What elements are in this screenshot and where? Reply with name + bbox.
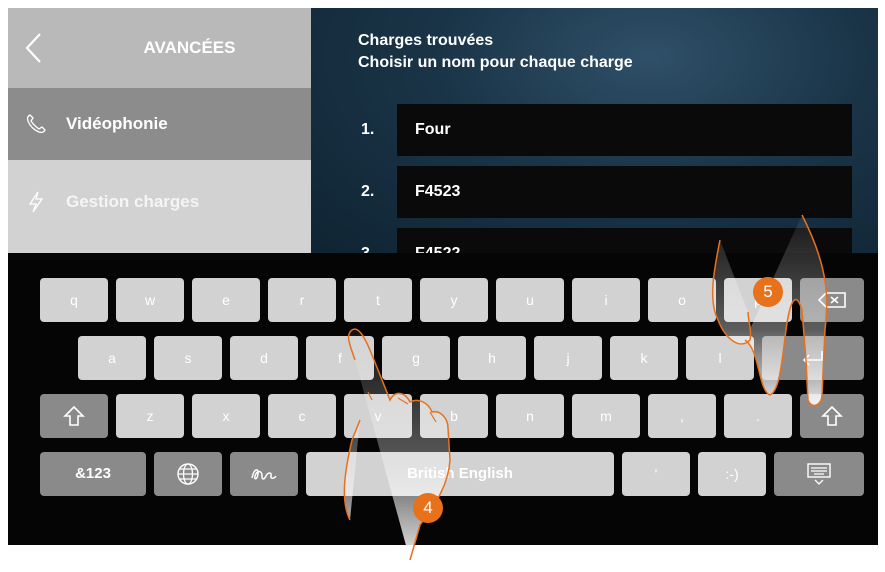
on-screen-keyboard: q w e r t y u i o p a s d f g h j k l z …	[8, 253, 878, 545]
shift-icon	[821, 405, 843, 426]
sidebar-item-videophonie[interactable]: Vidéophonie	[8, 88, 311, 160]
load-name-field[interactable]: F4523	[397, 166, 852, 218]
handwriting-key[interactable]	[230, 452, 298, 496]
key-a[interactable]: a	[78, 336, 146, 380]
key-comma[interactable]: ,	[648, 394, 716, 438]
enter-icon	[802, 351, 823, 366]
lightning-icon	[24, 190, 48, 214]
key-u[interactable]: u	[496, 278, 564, 322]
load-name-field[interactable]: Four	[397, 104, 852, 156]
main-panel: Charges trouvées Choisir un nom pour cha…	[311, 8, 878, 280]
key-period[interactable]: .	[724, 394, 792, 438]
backspace-icon	[817, 292, 846, 308]
load-row: 2. F4523	[311, 166, 878, 218]
key-s[interactable]: s	[154, 336, 222, 380]
key-v[interactable]: v	[344, 394, 412, 438]
back-arrow-icon[interactable]	[20, 30, 50, 66]
title-line-1: Charges trouvées	[358, 32, 494, 49]
key-m[interactable]: m	[572, 394, 640, 438]
row-number: 1.	[361, 121, 375, 138]
key-apostrophe[interactable]: '	[622, 452, 690, 496]
title-line-2: Choisir un nom pour chaque charge	[358, 54, 633, 71]
row-number: 2.	[361, 183, 375, 200]
load-row: 1. Four	[311, 104, 878, 156]
key-i[interactable]: i	[572, 278, 640, 322]
device-screen: AVANCÉES Vidéophonie Gestion charges Cha…	[8, 8, 878, 545]
sidebar-header: AVANCÉES	[8, 8, 311, 88]
key-z[interactable]: z	[116, 394, 184, 438]
keyboard-hide-icon	[807, 463, 831, 485]
step-badge-4: 4	[413, 493, 443, 523]
key-c[interactable]: c	[268, 394, 336, 438]
key-o[interactable]: o	[648, 278, 716, 322]
key-w[interactable]: w	[116, 278, 184, 322]
key-l[interactable]: l	[686, 336, 754, 380]
numeric-key[interactable]: &123	[40, 452, 146, 496]
sidebar-item-gestion-charges[interactable]: Gestion charges	[8, 160, 311, 253]
key-q[interactable]: q	[40, 278, 108, 322]
key-t[interactable]: t	[344, 278, 412, 322]
key-g[interactable]: g	[382, 336, 450, 380]
key-f[interactable]: f	[306, 336, 374, 380]
key-j[interactable]: j	[534, 336, 602, 380]
key-d[interactable]: d	[230, 336, 298, 380]
sidebar: AVANCÉES Vidéophonie Gestion charges	[8, 8, 311, 253]
key-k[interactable]: k	[610, 336, 678, 380]
key-b[interactable]: b	[420, 394, 488, 438]
key-y[interactable]: y	[420, 278, 488, 322]
hide-keyboard-key[interactable]	[774, 452, 864, 496]
key-n[interactable]: n	[496, 394, 564, 438]
language-key[interactable]	[154, 452, 222, 496]
sidebar-item-label: Gestion charges	[66, 192, 200, 211]
handwriting-icon	[251, 469, 277, 480]
key-r[interactable]: r	[268, 278, 336, 322]
page-title: Charges trouvées Choisir un nom pour cha…	[358, 30, 633, 74]
enter-key[interactable]	[762, 336, 864, 380]
key-e[interactable]: e	[192, 278, 260, 322]
sidebar-title: AVANCÉES	[143, 38, 236, 57]
key-x[interactable]: x	[192, 394, 260, 438]
key-h[interactable]: h	[458, 336, 526, 380]
shift-key-right[interactable]	[800, 394, 864, 438]
shift-key-left[interactable]	[40, 394, 108, 438]
shift-icon	[63, 405, 85, 426]
globe-icon	[177, 463, 199, 485]
phone-icon	[24, 112, 48, 136]
backspace-key[interactable]	[800, 278, 864, 322]
space-bar[interactable]: British English	[306, 452, 614, 496]
step-badge-5: 5	[753, 277, 783, 307]
key-smiley[interactable]: :-)	[698, 452, 766, 496]
sidebar-item-label: Vidéophonie	[66, 114, 168, 133]
